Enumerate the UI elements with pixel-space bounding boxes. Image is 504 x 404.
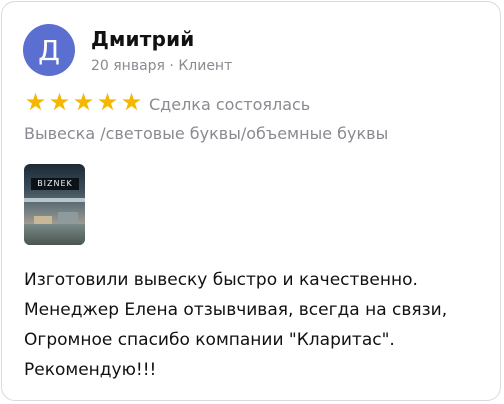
service-category: Вывеска /световые буквы/объемные буквы (24, 124, 389, 143)
review-text: Изготовили вывеску быстро и качественно.… (24, 265, 494, 385)
photo-sign: BIZNEK (31, 178, 79, 190)
review-text-line: Огромное спасибо компании "Кларитас". (24, 330, 395, 350)
star-icon: ★ (48, 89, 71, 116)
avatar: Д (23, 24, 75, 76)
photo-beam (24, 198, 85, 202)
review-text-line: Изготовили вывеску быстро и качественно. (24, 270, 418, 290)
star-icon: ★ (24, 89, 47, 116)
review-text-line: Менеджер Елена отзывчивая, всегда на свя… (24, 300, 448, 320)
avatar-initial: Д (38, 33, 60, 67)
review-photo[interactable]: BIZNEK (24, 164, 85, 245)
star-icon: ★ (96, 89, 119, 116)
star-icon: ★ (72, 89, 95, 116)
review-text-line: Рекомендую!!! (24, 360, 157, 380)
photo-floor (24, 224, 85, 245)
star-icon: ★ (120, 89, 143, 116)
star-rating: ★ ★ ★ ★ ★ (24, 89, 143, 116)
deal-status: Сделка состоялась (149, 94, 311, 114)
review-date-role: 20 января · Клиент (91, 58, 233, 74)
author-name: Дмитрий (91, 27, 195, 51)
rating-row: ★ ★ ★ ★ ★ Сделка состоялась (24, 89, 311, 116)
review-card: Д Дмитрий 20 января · Клиент ★ ★ ★ ★ ★ С… (1, 1, 501, 401)
